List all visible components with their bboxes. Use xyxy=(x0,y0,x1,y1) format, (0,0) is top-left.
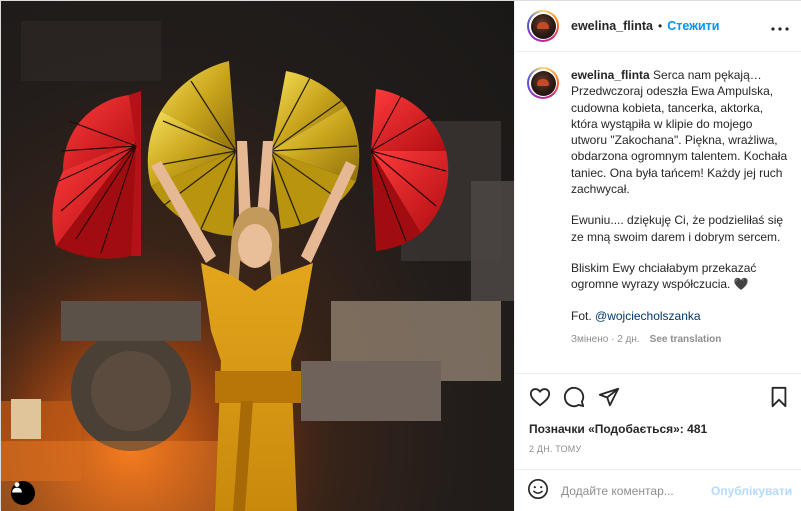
likes-label: Позначки «Подобається»: xyxy=(529,422,684,436)
caption: ewelina_flinta Serca nam pękają… Przedwc… xyxy=(527,67,791,348)
heart-icon[interactable] xyxy=(529,386,551,411)
user-tag-icon[interactable] xyxy=(11,481,35,505)
caption-area: ewelina_flinta Serca nam pękają… Przedwc… xyxy=(515,53,801,371)
likes-number: 481 xyxy=(687,422,708,436)
more-icon[interactable] xyxy=(771,18,789,34)
post-photo[interactable] xyxy=(1,1,514,511)
see-translation-link[interactable]: See translation xyxy=(650,332,722,348)
edited-label: Змінено · 2 дн. xyxy=(571,333,640,345)
caption-paragraph: Bliskim Ewy chciałabym przekazać ogromne… xyxy=(571,260,757,292)
post-timestamp[interactable]: 2 ДН. ТОМУ xyxy=(529,444,581,454)
action-bar xyxy=(515,373,801,421)
avatar[interactable] xyxy=(527,10,559,42)
credit-prefix: Fot. xyxy=(571,308,596,323)
follow-button[interactable]: Стежити xyxy=(667,19,719,33)
comment-icon[interactable] xyxy=(563,386,585,411)
caption-text: ewelina_flinta Serca nam pękają… Przedwc… xyxy=(571,67,791,348)
comment-bar: Опублікувати xyxy=(515,469,801,511)
share-icon[interactable] xyxy=(598,386,620,411)
credit-handle-link[interactable]: @wojciecholszanka xyxy=(595,309,701,323)
comment-input[interactable] xyxy=(561,483,711,498)
caption-avatar[interactable] xyxy=(527,67,559,99)
caption-paragraph: Ewuniu.... dziękuję Ci, że podzieliłaś s… xyxy=(571,213,784,244)
instagram-post: ewelina_flinta • Стежити ewelina_flinta … xyxy=(0,0,801,511)
caption-paragraph: Serca nam pękają… Przedwczoraj odeszła E… xyxy=(571,68,788,197)
post-header: ewelina_flinta • Стежити xyxy=(515,1,801,52)
photo-illustration xyxy=(1,1,514,511)
publish-button[interactable]: Опублікувати xyxy=(711,484,792,498)
emoji-icon[interactable] xyxy=(527,478,549,503)
header-username[interactable]: ewelina_flinta xyxy=(571,19,653,33)
caption-username[interactable]: ewelina_flinta xyxy=(571,68,650,82)
header-separator: • xyxy=(657,19,663,33)
post-side-panel: ewelina_flinta • Стежити ewelina_flinta … xyxy=(514,1,801,511)
likes-count[interactable]: Позначки «Подобається»: 481 xyxy=(529,422,707,436)
bookmark-icon[interactable] xyxy=(769,386,789,411)
